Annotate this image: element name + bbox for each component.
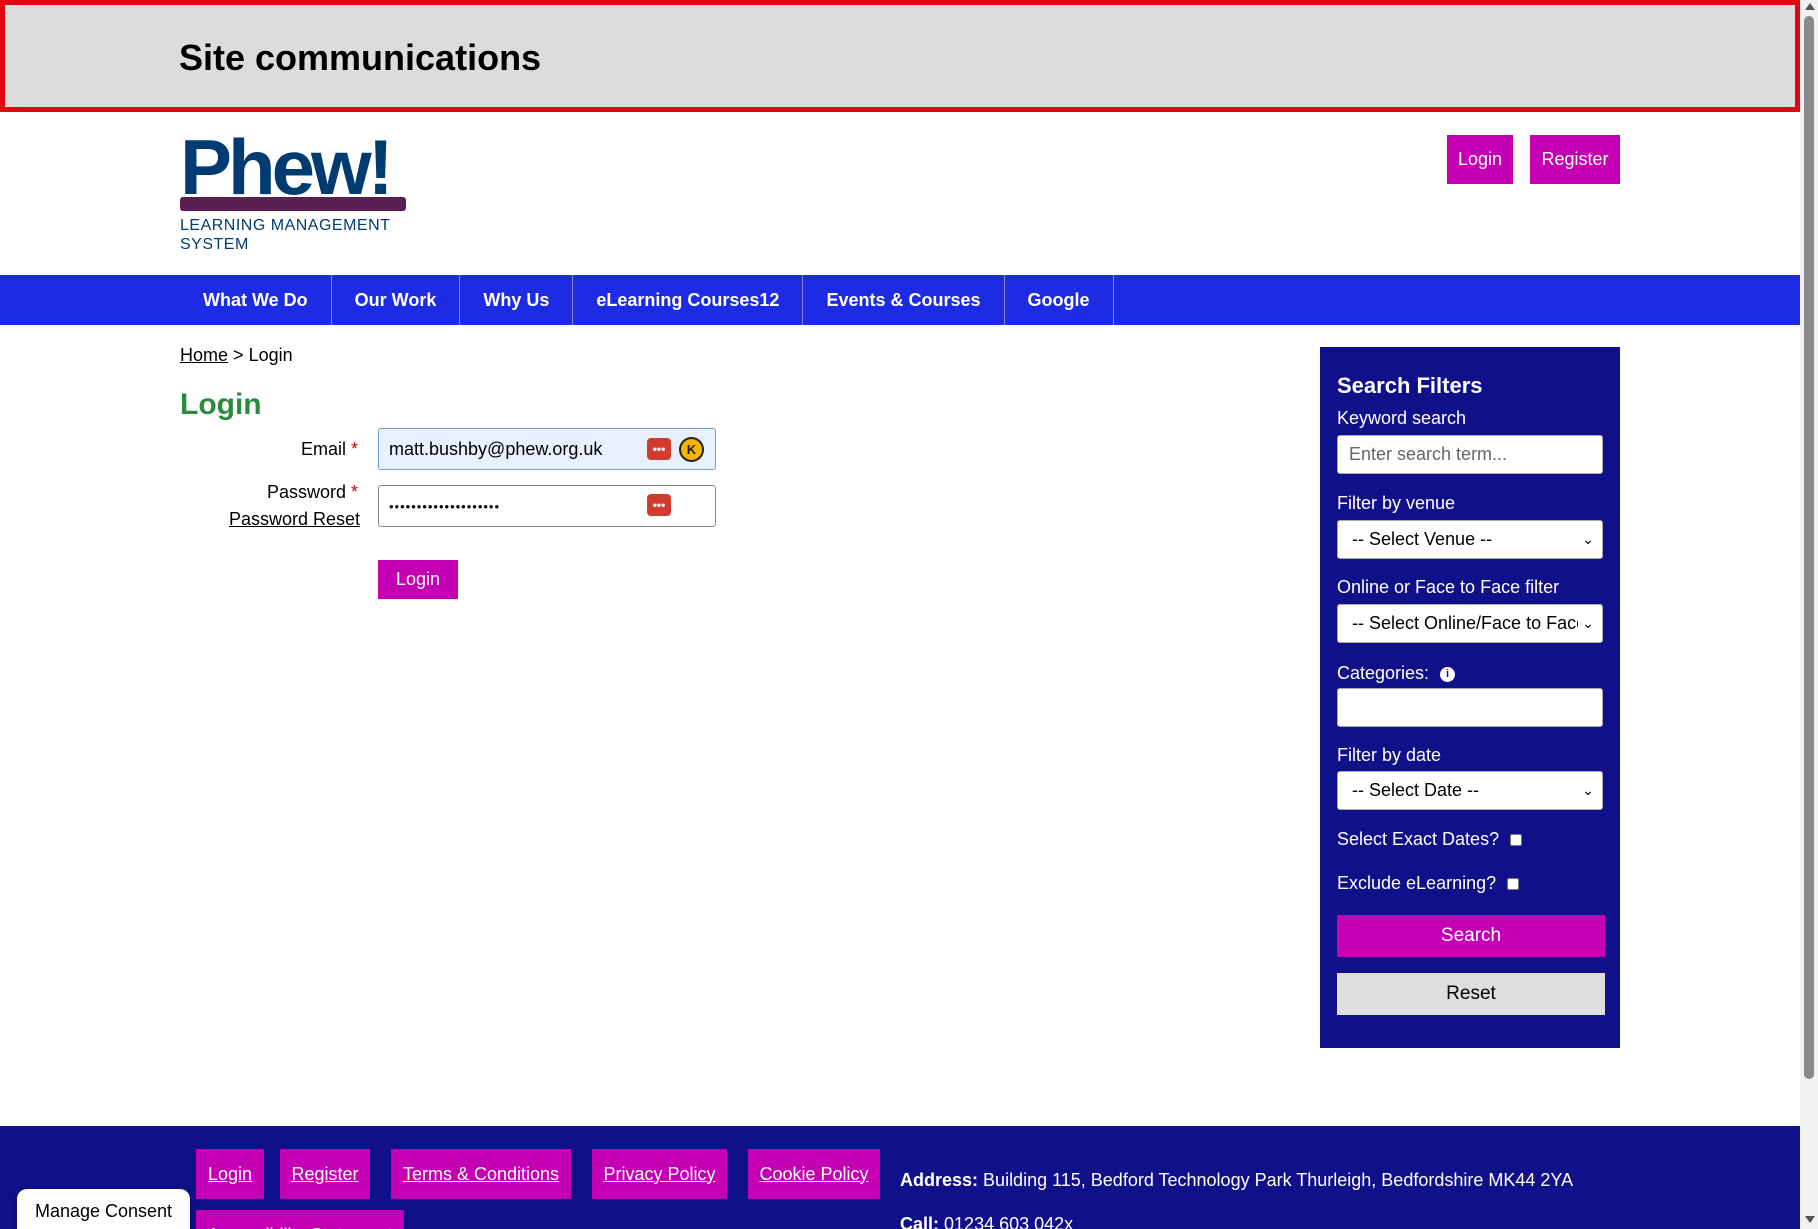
exact-dates-checkbox[interactable] — [1510, 834, 1523, 847]
date-label: Filter by date — [1337, 745, 1442, 765]
nav-item-why-us[interactable]: Why Us — [460, 275, 574, 325]
email-label-text: Email — [300, 439, 346, 459]
online-selected: -- Select Online/Face to Face -- — [1352, 613, 1578, 633]
filters-reset-button[interactable]: Reset — [1337, 973, 1605, 1015]
keeper-icon[interactable]: K — [679, 437, 704, 462]
password-label-text: Password — [266, 482, 346, 502]
exclude-elearning-checkbox[interactable] — [1507, 878, 1520, 891]
keyword-search-input[interactable]: Enter search term... — [1337, 435, 1603, 474]
footer-accessibility-link[interactable]: Accessibility Statement — [196, 1210, 404, 1229]
categories-input[interactable] — [1337, 688, 1603, 727]
search-filters-panel: Search Filters Keyword search Enter sear… — [1320, 347, 1620, 1048]
site-logo[interactable]: Phew! LEARNING MANAGEMENT SYSTEM — [180, 128, 406, 254]
nav-item-our-work[interactable]: Our Work — [332, 275, 461, 325]
breadcrumb-current: Login — [248, 345, 293, 365]
exact-dates-label: Select Exact Dates? — [1337, 829, 1500, 849]
logo-underline — [180, 197, 406, 211]
footer-address: Address: Building 115, Bedford Technolog… — [900, 1170, 1573, 1191]
keyword-label: Keyword search — [1337, 408, 1467, 428]
header-register-button[interactable]: Register — [1530, 135, 1620, 184]
nav-item-what-we-do[interactable]: What We Do — [180, 275, 332, 325]
breadcrumb-home-link[interactable]: Home — [180, 345, 228, 365]
banner-title: Site communications — [179, 37, 542, 78]
online-label: Online or Face to Face filter — [1337, 577, 1560, 597]
chevron-down-icon: ⌄ — [1582, 782, 1594, 798]
email-label: Email * — [301, 439, 358, 460]
login-submit-button[interactable]: Login — [378, 560, 458, 599]
online-select[interactable]: -- Select Online/Face to Face -- ⌄ — [1337, 604, 1603, 643]
scroll-thumb[interactable] — [1804, 16, 1814, 1079]
scroll-down-arrow-icon[interactable] — [1805, 1216, 1815, 1223]
footer-register-link[interactable]: Register — [280, 1149, 370, 1199]
logo-subtitle: LEARNING MANAGEMENT SYSTEM — [180, 217, 391, 253]
chevron-down-icon: ⌄ — [1582, 531, 1594, 547]
vertical-scrollbar[interactable] — [1800, 0, 1818, 1229]
logo-word: Phew! — [180, 123, 394, 211]
categories-label-row: Categories: i — [1337, 663, 1456, 684]
venue-select[interactable]: -- Select Venue -- ⌄ — [1337, 520, 1603, 559]
nav-item-elearning-courses[interactable]: eLearning Courses12 — [573, 275, 804, 325]
filters-title: Search Filters — [1337, 373, 1483, 398]
address-label: Address: — [900, 1170, 979, 1190]
footer-cookie-link[interactable]: Cookie Policy — [748, 1149, 880, 1199]
nav-item-google[interactable]: Google — [1005, 275, 1114, 325]
password-reset-link[interactable]: Password Reset — [229, 509, 360, 530]
site-footer: Login Register Terms & Conditions Privac… — [0, 1126, 1800, 1229]
address-value: Building 115, Bedford Technology Park Th… — [983, 1170, 1574, 1190]
venue-label: Filter by venue — [1337, 493, 1456, 513]
exclude-elearning-row: Exclude eLearning? — [1337, 873, 1520, 894]
email-value: matt.bushby@phew.org.uk — [389, 438, 603, 459]
exact-dates-row: Select Exact Dates? — [1337, 829, 1523, 850]
date-select[interactable]: -- Select Date -- ⌄ — [1337, 771, 1603, 810]
filters-search-button[interactable]: Search — [1337, 915, 1605, 957]
password-manager-icon[interactable]: ••• — [647, 438, 671, 460]
page-title: Login — [180, 388, 262, 421]
call-value: 01234 603 042x — [944, 1214, 1074, 1229]
exclude-elearning-label: Exclude eLearning? — [1337, 873, 1497, 893]
password-value: •••••••••••••••••••• — [389, 498, 501, 514]
footer-privacy-link[interactable]: Privacy Policy — [592, 1149, 727, 1199]
footer-terms-link[interactable]: Terms & Conditions — [391, 1149, 571, 1199]
scroll-up-arrow-icon[interactable] — [1805, 3, 1815, 10]
categories-label: Categories: — [1337, 663, 1430, 683]
call-label: Call: — [900, 1214, 940, 1229]
main-nav: What We Do Our Work Why Us eLearning Cou… — [0, 275, 1800, 325]
venue-selected: -- Select Venue -- — [1352, 529, 1493, 549]
nav-item-events-courses[interactable]: Events & Courses — [803, 275, 1005, 325]
required-marker: * — [350, 439, 358, 459]
breadcrumb: Home > Login — [180, 345, 293, 366]
page-viewport: Site communications Phew! LEARNING MANAG… — [0, 0, 1800, 1229]
manage-consent-button[interactable]: Manage Consent — [17, 1189, 190, 1229]
password-label: Password * — [267, 482, 358, 503]
required-marker: * — [350, 482, 358, 502]
info-icon[interactable]: i — [1440, 666, 1456, 682]
date-selected: -- Select Date -- — [1352, 780, 1480, 800]
footer-login-link[interactable]: Login — [196, 1149, 264, 1199]
footer-call: Call: 01234 603 042x — [900, 1214, 1073, 1229]
header-login-button[interactable]: Login — [1447, 135, 1513, 184]
site-communications-banner: Site communications — [0, 0, 1800, 112]
password-manager-icon[interactable]: ••• — [647, 494, 671, 516]
breadcrumb-separator: > — [233, 345, 244, 365]
chevron-down-icon: ⌄ — [1582, 615, 1594, 631]
keyword-placeholder: Enter search term... — [1349, 444, 1508, 464]
